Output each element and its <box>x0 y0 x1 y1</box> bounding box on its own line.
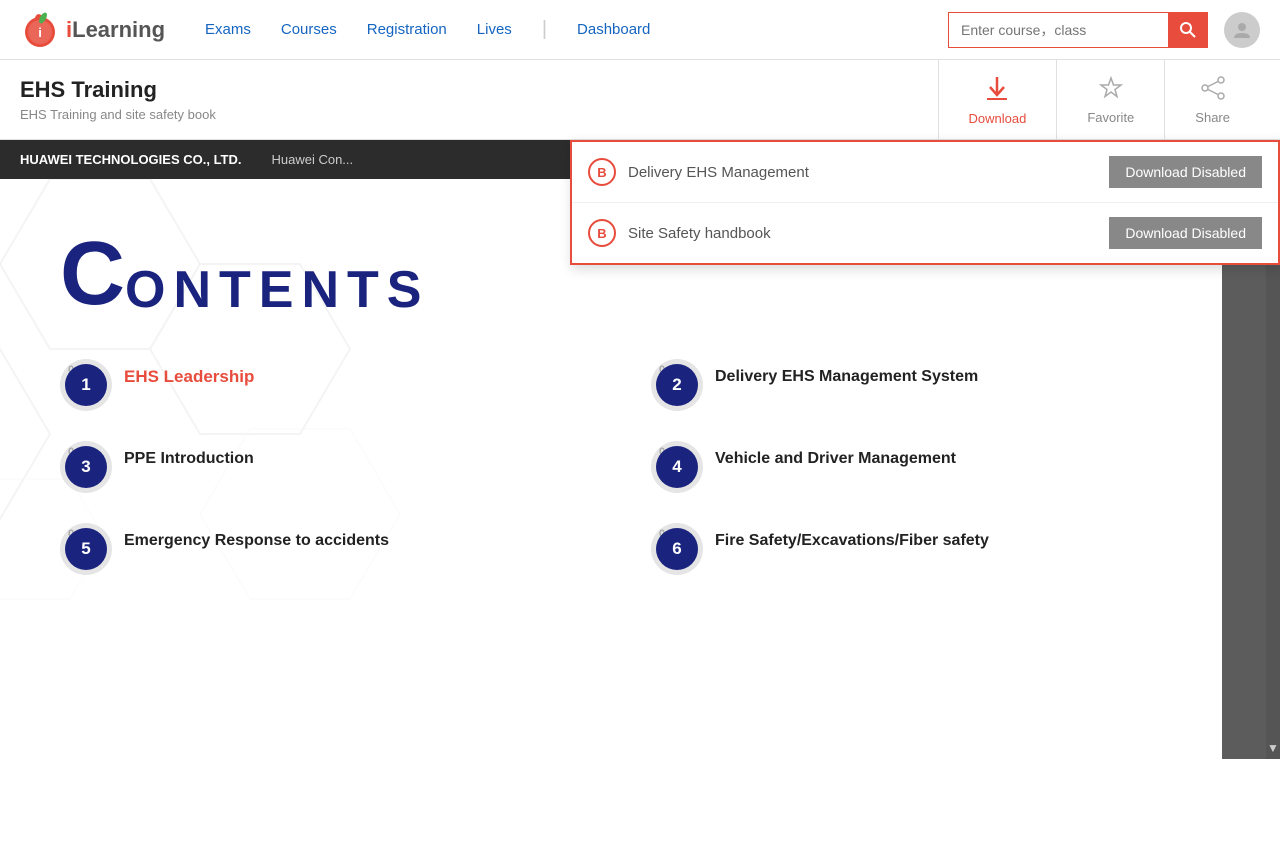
doc-icon-2: B <box>588 219 616 247</box>
nav-lives[interactable]: Lives <box>477 21 512 38</box>
course-actions: Download Favorite Share <box>938 60 1261 139</box>
search-icon <box>1179 21 1197 39</box>
course-title-area: EHS Training EHS Training and site safet… <box>20 60 938 139</box>
download-arrow-icon <box>982 73 1012 103</box>
item-title-4: Vehicle and Driver Management <box>715 449 1182 470</box>
heading-big-c: C <box>60 229 125 319</box>
course-subtitle: EHS Training and site safety book <box>20 107 918 122</box>
contents-page: CONTENTS 0 1 EHS Leadership <box>60 229 1182 575</box>
logo-area[interactable]: i iLearning <box>20 10 165 50</box>
star-icon <box>1097 74 1125 102</box>
header: i iLearning Exams Courses Registration L… <box>0 0 1280 60</box>
favorite-label: Favorite <box>1087 110 1134 125</box>
item-text-5: Emergency Response to accidents <box>124 523 591 552</box>
main-nav: Exams Courses Registration Lives | Dashb… <box>205 18 948 41</box>
download-item-1: B Delivery EHS Management Download Disab… <box>572 142 1278 203</box>
page-area: CONTENTS 0 1 EHS Leadership <box>0 179 1222 759</box>
item-text-2: Delivery EHS Management System <box>715 359 1182 388</box>
scroll-down-icon[interactable]: ▼ <box>1267 741 1279 755</box>
item-title-3: PPE Introduction <box>124 449 591 470</box>
download-disabled-btn-1[interactable]: Download Disabled <box>1109 156 1262 188</box>
download-label: Download <box>969 111 1027 126</box>
download-dropdown: B Delivery EHS Management Download Disab… <box>570 140 1280 265</box>
contents-grid: 0 1 EHS Leadership 0 2 Delivery E <box>60 359 1182 575</box>
search-input[interactable] <box>948 12 1168 48</box>
doc-icon-1: B <box>588 158 616 186</box>
main-content: CONTENTS 0 1 EHS Leadership <box>0 179 1280 759</box>
list-item: 0 3 PPE Introduction <box>60 441 591 493</box>
search-area <box>948 12 1260 48</box>
nav-exams[interactable]: Exams <box>205 21 251 38</box>
share-icon <box>1199 74 1227 106</box>
svg-text:i: i <box>38 25 42 40</box>
favorite-icon <box>1097 74 1125 106</box>
item-title-2: Delivery EHS Management System <box>715 367 1182 388</box>
favorite-action-btn[interactable]: Favorite <box>1057 60 1165 139</box>
user-avatar[interactable] <box>1224 12 1260 48</box>
logo-text: iLearning <box>66 17 165 43</box>
right-sidebar: B B <box>1222 179 1266 759</box>
nav-registration[interactable]: Registration <box>367 21 447 38</box>
item-badge-5: 0 5 <box>60 523 112 575</box>
share-arrow-icon <box>1199 74 1227 102</box>
item-text-4: Vehicle and Driver Management <box>715 441 1182 470</box>
list-item: 0 5 Emergency Response to accidents <box>60 523 591 575</box>
item-text-6: Fire Safety/Excavations/Fiber safety <box>715 523 1182 552</box>
nav-courses[interactable]: Courses <box>281 21 337 38</box>
list-item: 0 4 Vehicle and Driver Management <box>651 441 1182 493</box>
download-item-2: B Site Safety handbook Download Disabled <box>572 203 1278 263</box>
logo-icon: i <box>20 10 60 50</box>
item-title-6: Fire Safety/Excavations/Fiber safety <box>715 531 1182 552</box>
avatar-icon <box>1232 20 1252 40</box>
course-header: EHS Training EHS Training and site safet… <box>0 60 1280 140</box>
nav-separator: | <box>542 18 547 41</box>
nav-dashboard[interactable]: Dashboard <box>577 21 650 38</box>
search-button[interactable] <box>1168 12 1208 48</box>
company-name: HUAWEI TECHNOLOGIES CO., LTD. <box>20 152 241 167</box>
item-text-1: EHS Leadership <box>124 359 591 387</box>
item-title-5: Emergency Response to accidents <box>124 531 591 552</box>
list-item: 0 6 Fire Safety/Excavations/Fiber safety <box>651 523 1182 575</box>
company-sub: Huawei Con... <box>271 152 353 167</box>
list-item: 0 1 EHS Leadership <box>60 359 591 411</box>
item-badge-1: 0 1 <box>60 359 112 411</box>
scrollbar[interactable]: ▼ <box>1266 179 1280 759</box>
item-badge-6: 0 6 <box>651 523 703 575</box>
course-title: EHS Training <box>20 77 918 103</box>
download-item-2-title: Site Safety handbook <box>628 225 1109 242</box>
list-item: 0 2 Delivery EHS Management System <box>651 359 1182 411</box>
item-badge-4: 0 4 <box>651 441 703 493</box>
heading-rest: ONTENTS <box>125 261 429 319</box>
download-action-btn[interactable]: Download <box>939 60 1058 139</box>
item-title-1: EHS Leadership <box>124 367 591 387</box>
download-icon <box>982 73 1012 107</box>
item-text-3: PPE Introduction <box>124 441 591 470</box>
download-item-1-title: Delivery EHS Management <box>628 164 1109 181</box>
item-badge-3: 0 3 <box>60 441 112 493</box>
share-label: Share <box>1195 110 1230 125</box>
share-action-btn[interactable]: Share <box>1165 60 1260 139</box>
download-disabled-btn-2[interactable]: Download Disabled <box>1109 217 1262 249</box>
item-badge-2: 0 2 <box>651 359 703 411</box>
